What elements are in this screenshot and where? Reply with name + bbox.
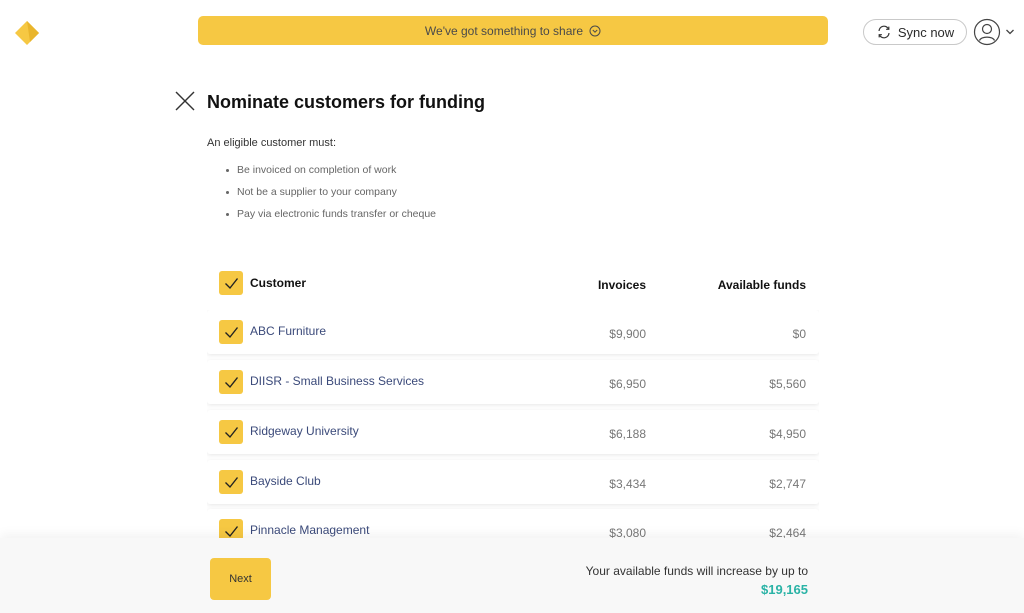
user-avatar-icon (973, 18, 1001, 46)
customer-name: ABC Furniture (250, 324, 327, 338)
refresh-icon (878, 25, 890, 39)
available-funds: $2,747 (769, 477, 806, 491)
available-funds: $2,464 (769, 526, 806, 538)
available-funds: $0 (792, 327, 806, 341)
customer-name: Pinnacle Management (250, 523, 370, 537)
row-checkbox[interactable] (219, 470, 243, 494)
customer-name: DIISR - Small Business Services (250, 374, 425, 388)
next-button[interactable]: Next (210, 558, 271, 600)
criteria-item: Be invoiced on completion of work (224, 164, 436, 186)
checkmark-icon (224, 426, 238, 438)
available-funds: $4,950 (769, 427, 806, 441)
row-checkbox[interactable] (219, 519, 243, 538)
customer-name: Ridgeway University (250, 424, 359, 438)
select-all-checkbox[interactable] (219, 271, 243, 295)
invoice-amount: $6,950 (609, 377, 646, 391)
footer-bar: Next Your available funds will increase … (0, 538, 1024, 613)
account-menu[interactable] (973, 18, 1015, 46)
page-title: Nominate customers for funding (207, 92, 486, 112)
funds-increase-amount: $19,165 (761, 582, 808, 597)
table-header: Customer Invoices Available funds (207, 269, 819, 299)
table-row[interactable]: Pinnacle Management $3,080 $2,464 (207, 509, 819, 538)
criteria-item: Pay via electronic funds transfer or che… (224, 208, 436, 230)
table-row[interactable]: ABC Furniture $9,900 $0 (207, 310, 819, 354)
criteria-item: Not be a supplier to your company (224, 186, 436, 208)
banner-label: We've got something to share (424, 23, 584, 38)
checkmark-icon (224, 277, 238, 289)
customer-name: Bayside Club (250, 474, 321, 488)
available-funds: $5,560 (769, 377, 806, 391)
announcement-banner[interactable]: We've got something to share (198, 16, 828, 45)
diamond-logo-icon[interactable] (14, 20, 40, 46)
invoice-amount: $6,188 (609, 427, 646, 441)
column-header-available-funds[interactable]: Available funds (718, 278, 806, 292)
funds-increase-message: Your available funds will increase by up… (585, 564, 808, 578)
table-row[interactable]: DIISR - Small Business Services $6,950 $… (207, 360, 819, 404)
table-row[interactable]: Bayside Club $3,434 $2,747 (207, 460, 819, 504)
checkmark-icon (224, 326, 238, 338)
eligibility-criteria-list: Be invoiced on completion of work Not be… (224, 164, 436, 230)
column-header-invoices[interactable]: Invoices (598, 278, 646, 292)
row-checkbox[interactable] (219, 320, 243, 344)
column-header-customer[interactable]: Customer (250, 276, 306, 290)
chevron-down-icon (1006, 29, 1014, 35)
invoice-amount: $3,080 (609, 526, 646, 538)
checkmark-icon (224, 476, 238, 488)
checkmark-icon (224, 525, 238, 537)
eligibility-heading: An eligible customer must: (207, 137, 336, 149)
row-checkbox[interactable] (219, 420, 243, 444)
customer-list: ABC Furniture $9,900 $0 DIISR - Small Bu… (207, 310, 819, 538)
invoice-amount: $9,900 (609, 327, 646, 341)
sync-now-label: Sync now (897, 24, 955, 40)
close-icon[interactable] (174, 90, 196, 112)
checkmark-icon (224, 376, 238, 388)
table-row[interactable]: Ridgeway University $6,188 $4,950 (207, 410, 819, 454)
invoice-amount: $3,434 (609, 477, 646, 491)
row-checkbox[interactable] (219, 370, 243, 394)
chevron-circle-down-icon (589, 25, 601, 36)
sync-now-button[interactable]: Sync now (863, 19, 967, 45)
